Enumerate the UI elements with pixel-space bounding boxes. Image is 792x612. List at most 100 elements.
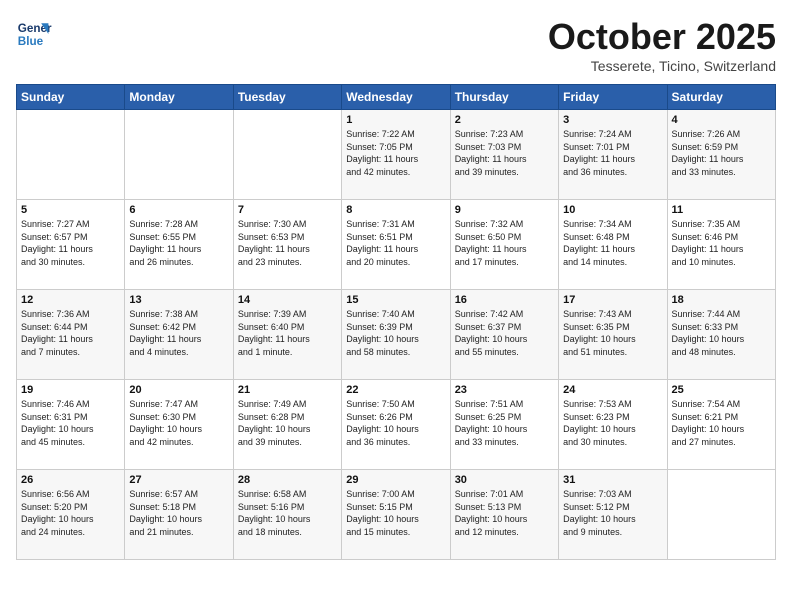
day-number: 22 [346, 384, 445, 396]
calendar-week-row: 26Sunrise: 6:56 AM Sunset: 5:20 PM Dayli… [17, 470, 776, 560]
calendar-cell [17, 110, 125, 200]
calendar-cell: 17Sunrise: 7:43 AM Sunset: 6:35 PM Dayli… [559, 290, 667, 380]
day-number: 18 [672, 294, 771, 306]
day-number: 2 [455, 114, 554, 126]
weekday-header-cell: Sunday [17, 85, 125, 110]
weekday-header-cell: Tuesday [233, 85, 341, 110]
day-number: 3 [563, 114, 662, 126]
calendar-cell: 16 Sunrise: 7:42 AM Sunset: 6:37 PM Dayli… [450, 290, 558, 380]
calendar-cell: 29 Sunrise: 7:00 AM Sunset: 5:15 PM Dayli… [342, 470, 450, 560]
day-number: 11 [672, 204, 771, 216]
day-info: Sunrise: 7:30 AM Sunset: 6:53 PM Dayligh… [238, 218, 337, 268]
day-info: Sunrise: 7:03 AM Sunset: 5:12 PM Dayligh… [563, 488, 662, 538]
day-info: Sunrise: 7:54 AM Sunset: 6:21 PM Dayligh… [672, 398, 771, 448]
weekday-header-cell: Wednesday [342, 85, 450, 110]
day-number: 21 [238, 384, 337, 396]
calendar-cell: 28 Sunrise: 6:58 AM Sunset: 5:16 PM Dayli… [233, 470, 341, 560]
calendar-cell: 6Sunrise: 7:28 AM Sunset: 6:55 PM Daylig… [125, 200, 233, 290]
day-info: Sunrise: 7:22 AM Sunset: 7:05 PM Dayligh… [346, 128, 445, 178]
calendar-cell: 1 Sunrise: 7:22 AM Sunset: 7:05 PM Daylig… [342, 110, 450, 200]
calendar-week-row: 12 Sunrise: 7:36 AM Sunset: 6:44 PM Dayli… [17, 290, 776, 380]
day-number: 13 [129, 294, 228, 306]
day-number: 20 [129, 384, 228, 396]
day-info: Sunrise: 7:42 AM Sunset: 6:37 PM Dayligh… [455, 308, 554, 358]
day-info: Sunrise: 7:31 AM Sunset: 6:51 PM Dayligh… [346, 218, 445, 268]
calendar-cell [125, 110, 233, 200]
weekday-header-cell: Friday [559, 85, 667, 110]
day-number: 27 [129, 474, 228, 486]
calendar-cell: 24 Sunrise: 7:53 AM Sunset: 6:23 PM Dayli… [559, 380, 667, 470]
day-number: 25 [672, 384, 771, 396]
day-number: 12 [21, 294, 120, 306]
day-number: 1 [346, 114, 445, 126]
calendar-cell: 2 Sunrise: 7:23 AM Sunset: 7:03 PM Daylig… [450, 110, 558, 200]
logo-icon: General Blue [16, 16, 52, 52]
day-number: 29 [346, 474, 445, 486]
calendar-cell [667, 470, 775, 560]
calendar-body: 1 Sunrise: 7:22 AM Sunset: 7:05 PM Daylig… [17, 110, 776, 560]
day-number: 31 [563, 474, 662, 486]
calendar-cell: 3 Sunrise: 7:24 AM Sunset: 7:01 PM Daylig… [559, 110, 667, 200]
day-info: Sunrise: 7:50 AM Sunset: 6:26 PM Dayligh… [346, 398, 445, 448]
calendar-cell: 5 Sunrise: 7:27 AM Sunset: 6:57 PM Daylig… [17, 200, 125, 290]
location-subtitle: Tesserete, Ticino, Switzerland [548, 58, 776, 74]
day-info: Sunrise: 7:47 AM Sunset: 6:30 PM Dayligh… [129, 398, 228, 448]
weekday-header-row: SundayMondayTuesdayWednesdayThursdayFrid… [17, 85, 776, 110]
calendar-cell: 8Sunrise: 7:31 AM Sunset: 6:51 PM Daylig… [342, 200, 450, 290]
day-info: Sunrise: 7:36 AM Sunset: 6:44 PM Dayligh… [21, 308, 120, 358]
day-info: Sunrise: 7:46 AM Sunset: 6:31 PM Dayligh… [21, 398, 120, 448]
calendar-cell: 31 Sunrise: 7:03 AM Sunset: 5:12 PM Dayli… [559, 470, 667, 560]
day-info: Sunrise: 7:32 AM Sunset: 6:50 PM Dayligh… [455, 218, 554, 268]
day-info: Sunrise: 6:56 AM Sunset: 5:20 PM Dayligh… [21, 488, 120, 538]
day-info: Sunrise: 7:53 AM Sunset: 6:23 PM Dayligh… [563, 398, 662, 448]
day-number: 9 [455, 204, 554, 216]
calendar-week-row: 1 Sunrise: 7:22 AM Sunset: 7:05 PM Daylig… [17, 110, 776, 200]
calendar-cell: 27Sunrise: 6:57 AM Sunset: 5:18 PM Dayli… [125, 470, 233, 560]
day-info: Sunrise: 7:26 AM Sunset: 6:59 PM Dayligh… [672, 128, 771, 178]
calendar-cell: 20 Sunrise: 7:47 AM Sunset: 6:30 PM Dayli… [125, 380, 233, 470]
calendar-cell: 7Sunrise: 7:30 AM Sunset: 6:53 PM Daylig… [233, 200, 341, 290]
day-info: Sunrise: 7:49 AM Sunset: 6:28 PM Dayligh… [238, 398, 337, 448]
day-number: 19 [21, 384, 120, 396]
day-info: Sunrise: 7:24 AM Sunset: 7:01 PM Dayligh… [563, 128, 662, 178]
day-number: 14 [238, 294, 337, 306]
day-info: Sunrise: 6:58 AM Sunset: 5:16 PM Dayligh… [238, 488, 337, 538]
calendar-cell: 9 Sunrise: 7:32 AM Sunset: 6:50 PM Daylig… [450, 200, 558, 290]
day-info: Sunrise: 7:35 AM Sunset: 6:46 PM Dayligh… [672, 218, 771, 268]
day-info: Sunrise: 7:27 AM Sunset: 6:57 PM Dayligh… [21, 218, 120, 268]
month-title: October 2025 [548, 16, 776, 58]
day-number: 4 [672, 114, 771, 126]
logo: General Blue [16, 16, 52, 52]
day-info: Sunrise: 7:01 AM Sunset: 5:13 PM Dayligh… [455, 488, 554, 538]
calendar-cell [233, 110, 341, 200]
calendar-cell: 15Sunrise: 7:40 AM Sunset: 6:39 PM Dayli… [342, 290, 450, 380]
day-info: Sunrise: 7:23 AM Sunset: 7:03 PM Dayligh… [455, 128, 554, 178]
day-number: 16 [455, 294, 554, 306]
day-number: 15 [346, 294, 445, 306]
calendar-week-row: 5 Sunrise: 7:27 AM Sunset: 6:57 PM Daylig… [17, 200, 776, 290]
calendar-week-row: 19 Sunrise: 7:46 AM Sunset: 6:31 PM Dayli… [17, 380, 776, 470]
title-block: October 2025 Tesserete, Ticino, Switzerl… [548, 16, 776, 74]
day-info: Sunrise: 7:34 AM Sunset: 6:48 PM Dayligh… [563, 218, 662, 268]
day-number: 30 [455, 474, 554, 486]
day-info: Sunrise: 7:51 AM Sunset: 6:25 PM Dayligh… [455, 398, 554, 448]
calendar-cell: 12 Sunrise: 7:36 AM Sunset: 6:44 PM Dayli… [17, 290, 125, 380]
day-number: 5 [21, 204, 120, 216]
calendar-table: SundayMondayTuesdayWednesdayThursdayFrid… [16, 84, 776, 560]
calendar-cell: 18Sunrise: 7:44 AM Sunset: 6:33 PM Dayli… [667, 290, 775, 380]
day-number: 10 [563, 204, 662, 216]
day-number: 24 [563, 384, 662, 396]
day-info: Sunrise: 7:43 AM Sunset: 6:35 PM Dayligh… [563, 308, 662, 358]
calendar-cell: 13Sunrise: 7:38 AM Sunset: 6:42 PM Dayli… [125, 290, 233, 380]
weekday-header-cell: Thursday [450, 85, 558, 110]
day-info: Sunrise: 7:00 AM Sunset: 5:15 PM Dayligh… [346, 488, 445, 538]
calendar-cell: 11 Sunrise: 7:35 AM Sunset: 6:46 PM Dayli… [667, 200, 775, 290]
calendar-cell: 23 Sunrise: 7:51 AM Sunset: 6:25 PM Dayli… [450, 380, 558, 470]
day-number: 23 [455, 384, 554, 396]
day-info: Sunrise: 7:28 AM Sunset: 6:55 PM Dayligh… [129, 218, 228, 268]
calendar-cell: 14Sunrise: 7:39 AM Sunset: 6:40 PM Dayli… [233, 290, 341, 380]
calendar-cell: 21 Sunrise: 7:49 AM Sunset: 6:28 PM Dayli… [233, 380, 341, 470]
calendar-cell: 25 Sunrise: 7:54 AM Sunset: 6:21 PM Dayli… [667, 380, 775, 470]
day-number: 28 [238, 474, 337, 486]
weekday-header-cell: Saturday [667, 85, 775, 110]
